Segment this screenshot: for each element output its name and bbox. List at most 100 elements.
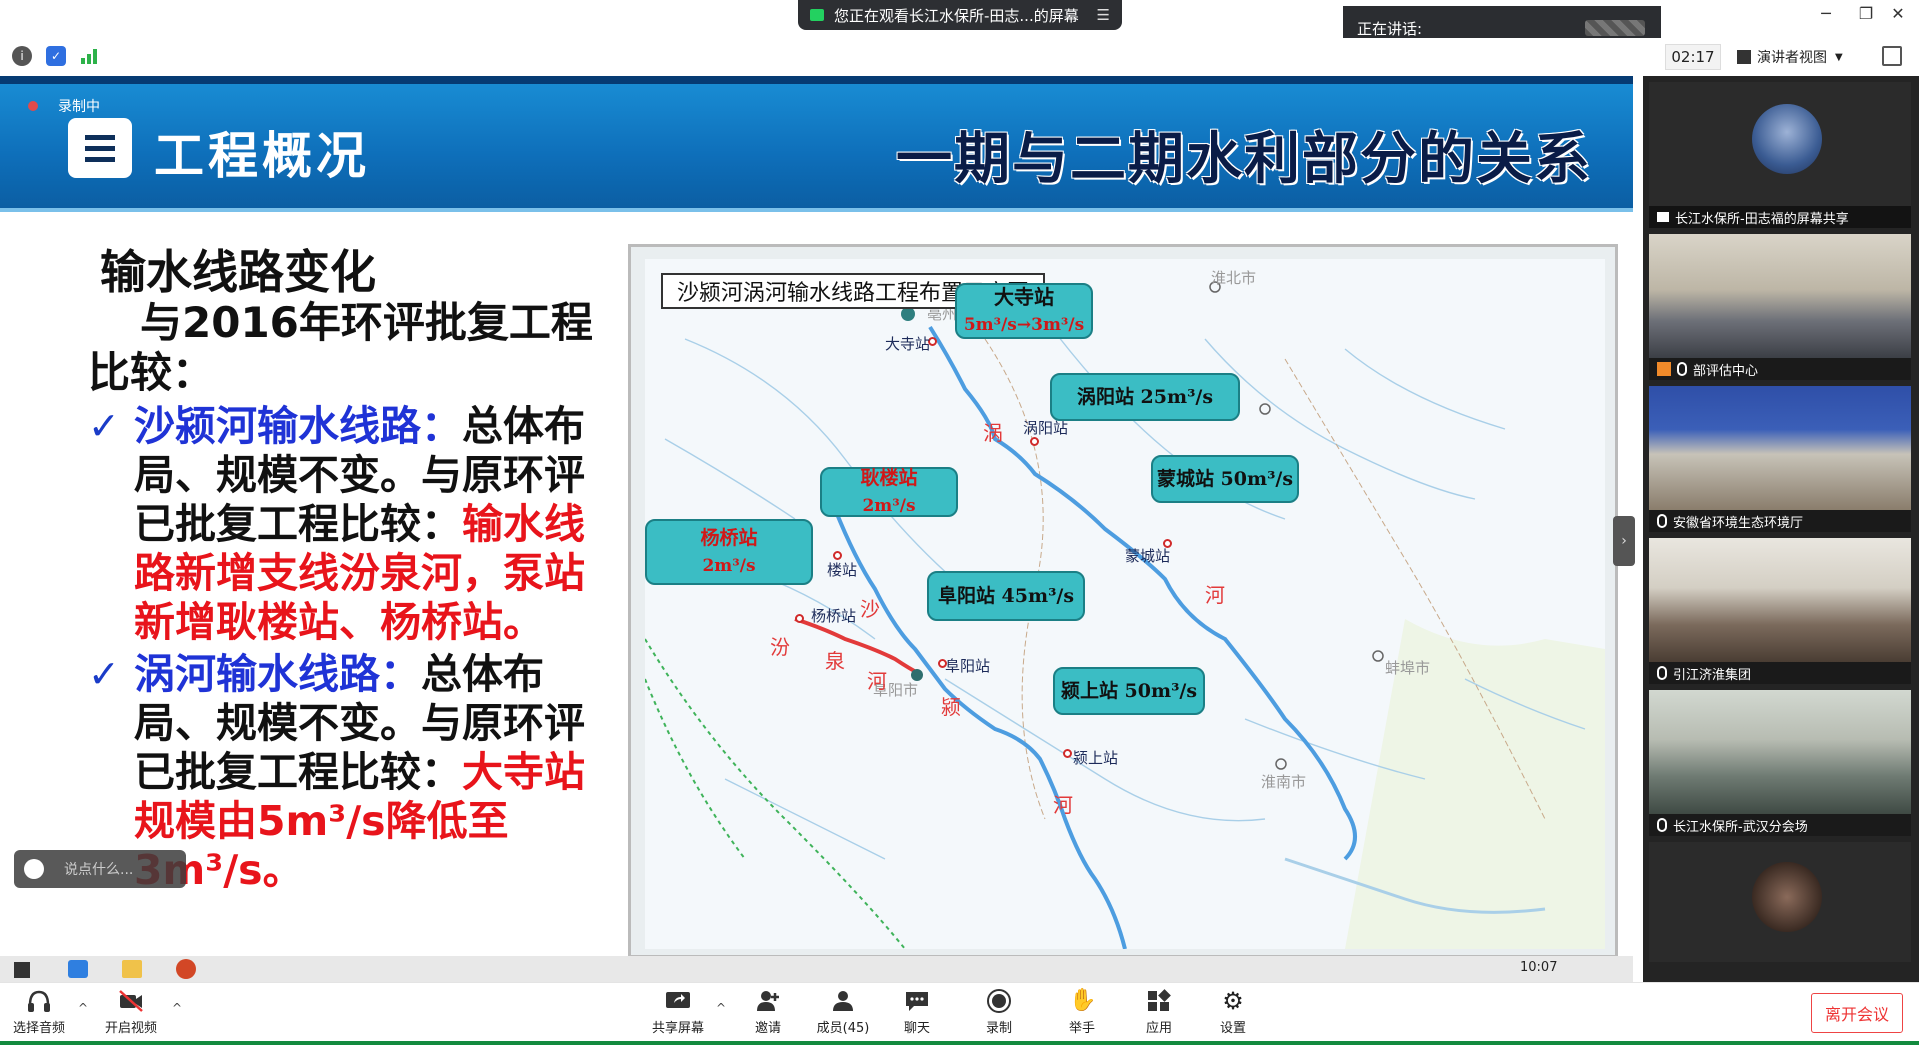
participant-name: 安徽省环境生态环境厅	[1673, 515, 1804, 531]
chat-input-overlay[interactable]: 说点什么...	[14, 850, 186, 888]
river-label: 沙	[860, 597, 880, 621]
meeting-info-bar: i ✓ 02:17 演讲者视图 ▼	[0, 38, 1919, 76]
chat-icon	[904, 989, 930, 1013]
participant-tile[interactable]	[1649, 842, 1911, 962]
river-label: 河	[1053, 793, 1073, 817]
folder-icon	[122, 960, 142, 978]
callout-title: 大寺站	[994, 285, 1054, 309]
screen-share-icon	[1657, 212, 1669, 222]
raise-hand-button[interactable]: ✋ 举手	[1047, 988, 1117, 1037]
share-screen-icon	[665, 989, 691, 1013]
map-drawing	[645, 259, 1605, 949]
chevron-up-icon[interactable]: ^	[78, 1001, 88, 1015]
minimize-icon[interactable]: ─	[1806, 4, 1846, 23]
participant-tile[interactable]: 长江水保所-武汉分会场	[1649, 690, 1911, 836]
river-label: 颍	[941, 695, 961, 719]
audio-button[interactable]: 选择音频	[4, 989, 74, 1036]
invite-button[interactable]: 邀请	[733, 989, 803, 1036]
video-feed	[1649, 690, 1911, 814]
settings-button[interactable]: ⚙ 设置	[1198, 989, 1268, 1036]
shared-screen: 录制中 工程概况 一期与二期水利部分的关系 输水线路变化 与2016年环评批复工…	[0, 76, 1633, 982]
recording-label: 录制中	[58, 99, 100, 115]
record-button[interactable]: 录制	[964, 989, 1034, 1036]
callout-title: 杨桥站	[700, 527, 758, 549]
participant-label: 引江济淮集团	[1649, 662, 1911, 684]
windows-start-icon	[14, 962, 30, 978]
members-label: 成员(45)	[816, 1021, 870, 1036]
river-label: 涡	[983, 421, 1003, 445]
fullscreen-icon[interactable]	[1882, 46, 1902, 66]
invite-label: 邀请	[754, 1021, 781, 1036]
collapse-panel-button[interactable]: ›	[1613, 516, 1635, 566]
record-label: 录制	[985, 1021, 1012, 1036]
camera-off-icon	[118, 989, 144, 1013]
status-strip	[0, 1041, 1919, 1045]
video-feed	[1649, 234, 1911, 358]
members-button[interactable]: 成员(45)	[808, 989, 878, 1036]
chat-label: 聊天	[903, 1021, 930, 1036]
station-label: 蒙城站	[1125, 547, 1171, 565]
bullet2-name: 涡河输水线路：	[134, 650, 421, 698]
video-feed	[1649, 386, 1911, 510]
hand-label: 举手	[1068, 1021, 1095, 1036]
share-label: 共享屏幕	[651, 1021, 704, 1036]
check-icon: ✓	[88, 652, 120, 696]
station-label: 大寺站	[885, 335, 931, 353]
route-map: 大寺站 涡阳站 蒙城站 楼站 杨桥站 阜阳站 颍上站 亳州市 淮北市 蚌埠市 淮…	[628, 244, 1618, 958]
menu-icon[interactable]: ☰	[1097, 6, 1110, 24]
shield-icon[interactable]: ✓	[46, 46, 66, 66]
river-label: 河	[867, 669, 887, 693]
share-banner-text: 您正在观看长江水保所-田志...的屏幕	[834, 6, 1079, 25]
callout-guoyang: 涡阳站 25m³/s	[1050, 373, 1240, 421]
participant-tile[interactable]: 长江水保所-田志福的屏幕共享	[1649, 82, 1911, 228]
view-mode-label: 演讲者视图	[1757, 50, 1827, 66]
callout-value: 2m³/s	[702, 556, 756, 576]
settings-label: 设置	[1219, 1021, 1246, 1036]
participant-name: 长江水保所-田志福的屏幕共享	[1675, 211, 1849, 227]
meeting-timer: 02:17	[1665, 44, 1721, 70]
station-marker	[1030, 437, 1039, 446]
chevron-up-icon[interactable]: ^	[172, 1001, 182, 1015]
chevron-down-icon: ▼	[1835, 51, 1843, 63]
place-label: 淮南市	[1261, 773, 1307, 791]
participant-label: 长江水保所-武汉分会场	[1649, 814, 1911, 836]
record-dot-icon	[28, 101, 38, 111]
leave-meeting-button[interactable]: 离开会议	[1811, 993, 1903, 1033]
video-button[interactable]: 开启视频	[96, 989, 166, 1036]
slide-subtitle: 一期与二期水利部分的关系	[896, 127, 1592, 192]
apps-icon	[1146, 989, 1172, 1013]
station-label: 阜阳站	[945, 657, 991, 675]
speaker-name-redacted	[1585, 20, 1645, 36]
slide-title: 工程概况	[154, 127, 370, 185]
apps-button[interactable]: 应用	[1124, 989, 1194, 1036]
app-icon	[68, 960, 88, 978]
callout-title: 耿楼站	[860, 467, 918, 489]
headset-icon	[26, 989, 52, 1013]
info-icon[interactable]: i	[12, 46, 32, 66]
speaking-label: 正在讲话:	[1357, 20, 1423, 38]
signal-icon[interactable]	[80, 46, 100, 66]
participant-tile[interactable]: 安徽省环境生态环境厅	[1649, 386, 1911, 532]
close-icon[interactable]: ✕	[1878, 4, 1918, 23]
video-feed	[1649, 538, 1911, 662]
share-screen-button[interactable]: 共享屏幕	[643, 989, 713, 1036]
river-label: 汾	[770, 635, 790, 659]
participant-tile[interactable]: 引江济淮集团	[1649, 538, 1911, 684]
emoji-icon[interactable]	[24, 859, 44, 879]
participant-label: 部评估中心	[1649, 358, 1911, 380]
bullet1-name: 沙颍河输水线路：	[134, 402, 462, 450]
place-label: 淮北市	[1211, 269, 1257, 287]
river-label: 泉	[825, 649, 845, 673]
chevron-up-icon[interactable]: ^	[716, 1001, 726, 1015]
share-banner[interactable]: 您正在观看长江水保所-田志...的屏幕 ☰	[798, 0, 1122, 30]
callout-value: 2m³/s	[862, 496, 916, 516]
apps-label: 应用	[1145, 1021, 1172, 1036]
members-icon	[830, 989, 856, 1013]
hand-icon: ✋	[1069, 988, 1097, 1013]
participant-tile[interactable]: 部评估中心	[1649, 234, 1911, 380]
chat-button[interactable]: 聊天	[882, 989, 952, 1036]
participant-name: 长江水保所-武汉分会场	[1673, 819, 1808, 835]
view-mode-button[interactable]: 演讲者视图 ▼	[1737, 44, 1867, 70]
river-label: 河	[1205, 583, 1225, 607]
callout-mengcheng: 蒙城站 50m³/s	[1151, 455, 1299, 503]
